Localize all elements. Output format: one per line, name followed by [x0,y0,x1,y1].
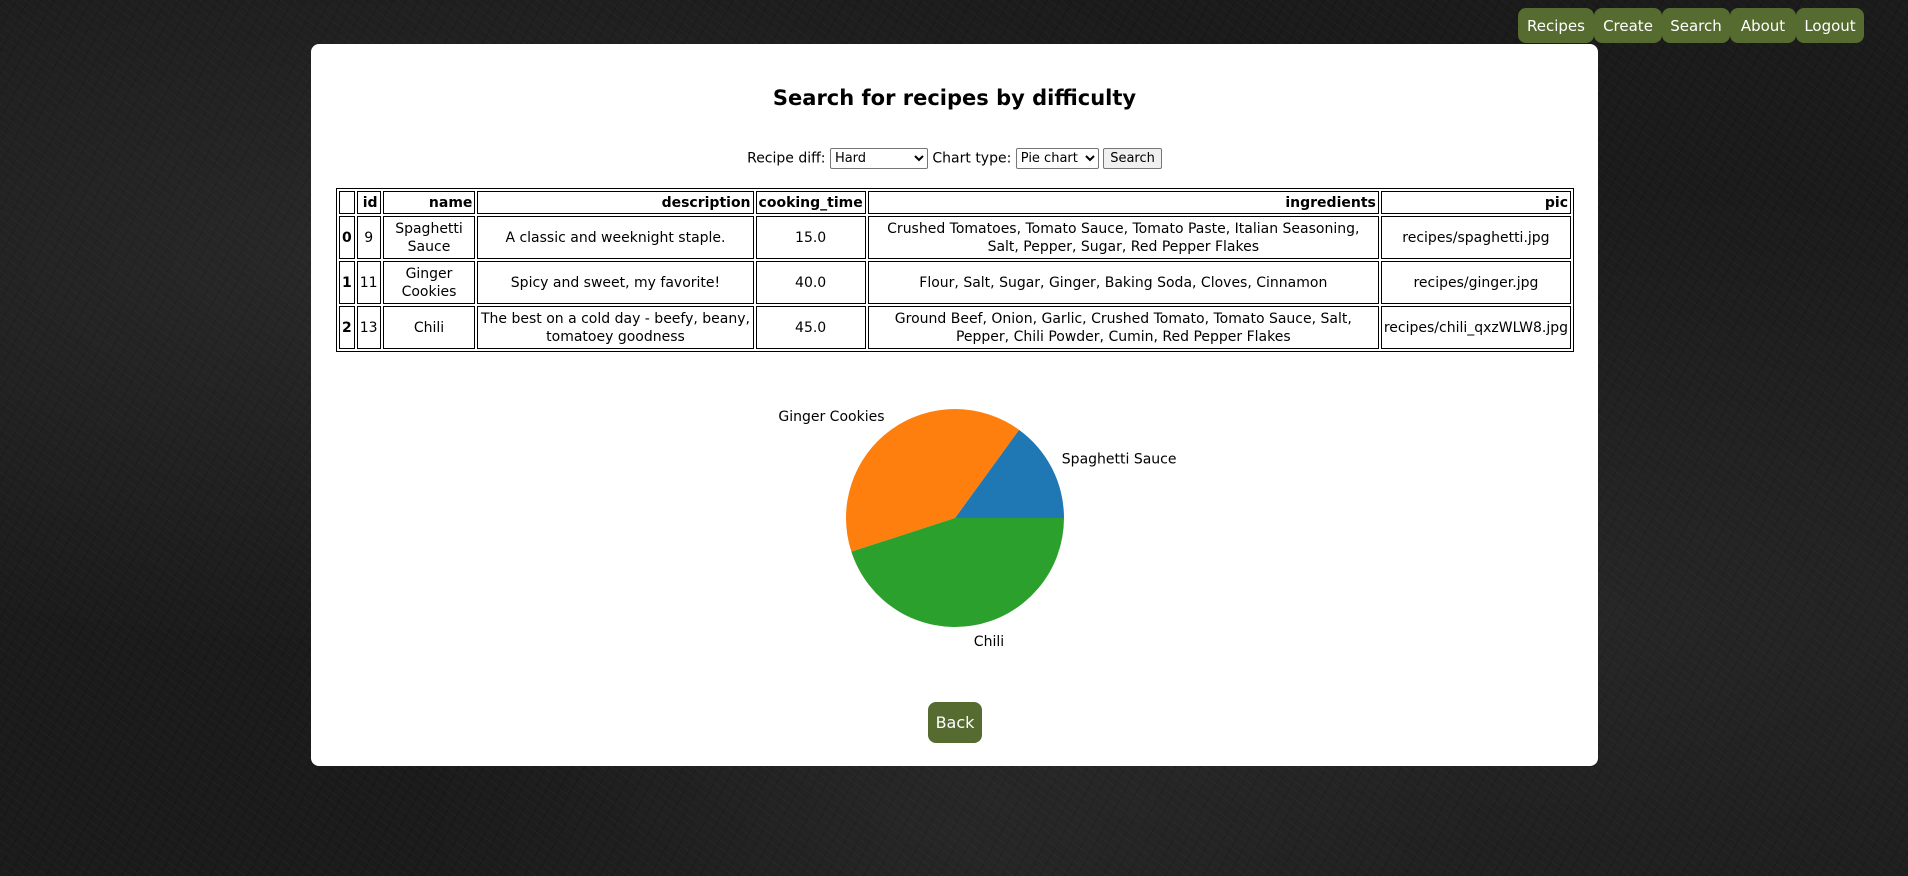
pie-label: Chili [974,634,1004,650]
pie-label: Spaghetti Sauce [1062,452,1177,468]
nav-create-button[interactable]: Create [1594,8,1662,43]
pie-label: Ginger Cookies [778,409,884,425]
top-nav: Recipes Create Search About Logout [1518,8,1864,43]
difficulty-pie-chart: Spaghetti Sauce Ginger Cookies Chili [778,408,1177,650]
nav-recipes-button[interactable]: Recipes [1518,8,1594,43]
content-card: Search for recipes by difficulty Recipe … [311,44,1598,766]
back-button[interactable]: Back [928,702,982,743]
nav-about-button[interactable]: About [1730,8,1796,43]
nav-search-button[interactable]: Search [1662,8,1730,43]
nav-logout-button[interactable]: Logout [1796,8,1864,43]
